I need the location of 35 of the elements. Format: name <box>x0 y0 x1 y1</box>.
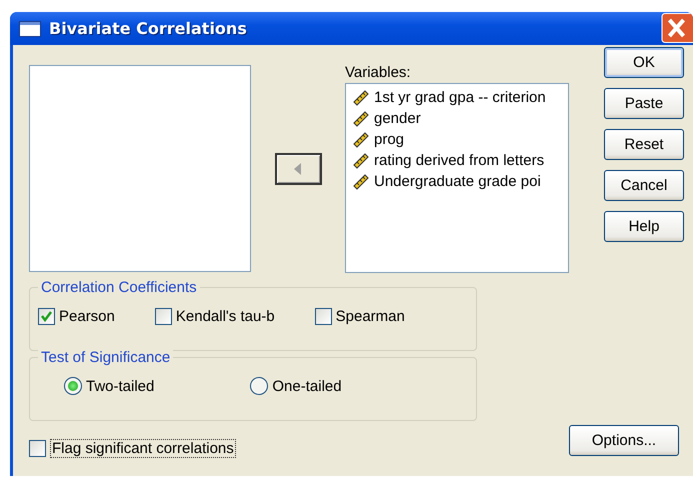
ruler-icon <box>352 151 370 170</box>
variable-name[interactable]: prog <box>374 130 404 148</box>
checkbox[interactable] <box>29 440 46 457</box>
variable-name[interactable]: 1st yr grad gpa -- criterion <box>374 88 546 106</box>
checkbox-label[interactable]: Flag significant correlations <box>50 439 236 458</box>
ruler-icon <box>352 130 370 148</box>
variables-list[interactable]: 1st yr grad gpa -- criterion gender prog rating derived from letters Undergraduate grade poi <box>345 82 569 273</box>
left-arrow-icon <box>294 163 302 175</box>
checkbox[interactable] <box>154 308 172 325</box>
checkbox-label[interactable]: Pearson <box>59 308 115 325</box>
window-icon <box>19 20 41 36</box>
window-title: Bivariate Correlations <box>49 19 247 38</box>
variable-name[interactable]: rating derived from letters <box>374 152 544 169</box>
ruler-icon <box>352 109 370 128</box>
radio-label[interactable]: Two-tailed <box>86 378 154 394</box>
radio-button[interactable] <box>64 377 82 395</box>
group-title: Test of Significance <box>38 349 174 366</box>
dialog-button[interactable]: Paste <box>604 88 684 119</box>
checkbox[interactable] <box>314 308 332 325</box>
variable-name[interactable]: Undergraduate grade poi <box>374 172 541 190</box>
checkbox-label[interactable]: Spearman <box>336 308 405 325</box>
dialog-button[interactable]: Reset <box>604 129 684 160</box>
dialog-button[interactable]: OK <box>604 47 684 78</box>
checkbox[interactable] <box>38 308 55 325</box>
variable-name[interactable]: gender <box>374 110 421 127</box>
radio-label[interactable]: One-tailed <box>272 378 342 394</box>
ruler-icon <box>352 172 370 190</box>
checkbox-label[interactable]: Kendall's tau-b <box>176 308 275 325</box>
ruler-icon <box>352 88 370 106</box>
radio-button[interactable] <box>250 377 268 395</box>
dialog-button[interactable]: Cancel <box>604 170 684 201</box>
variables-label: Variables: <box>345 65 412 83</box>
options-button[interactable]: Options... <box>569 425 679 456</box>
dialog-button[interactable]: Help <box>604 211 684 242</box>
close-icon[interactable] <box>660 13 693 43</box>
